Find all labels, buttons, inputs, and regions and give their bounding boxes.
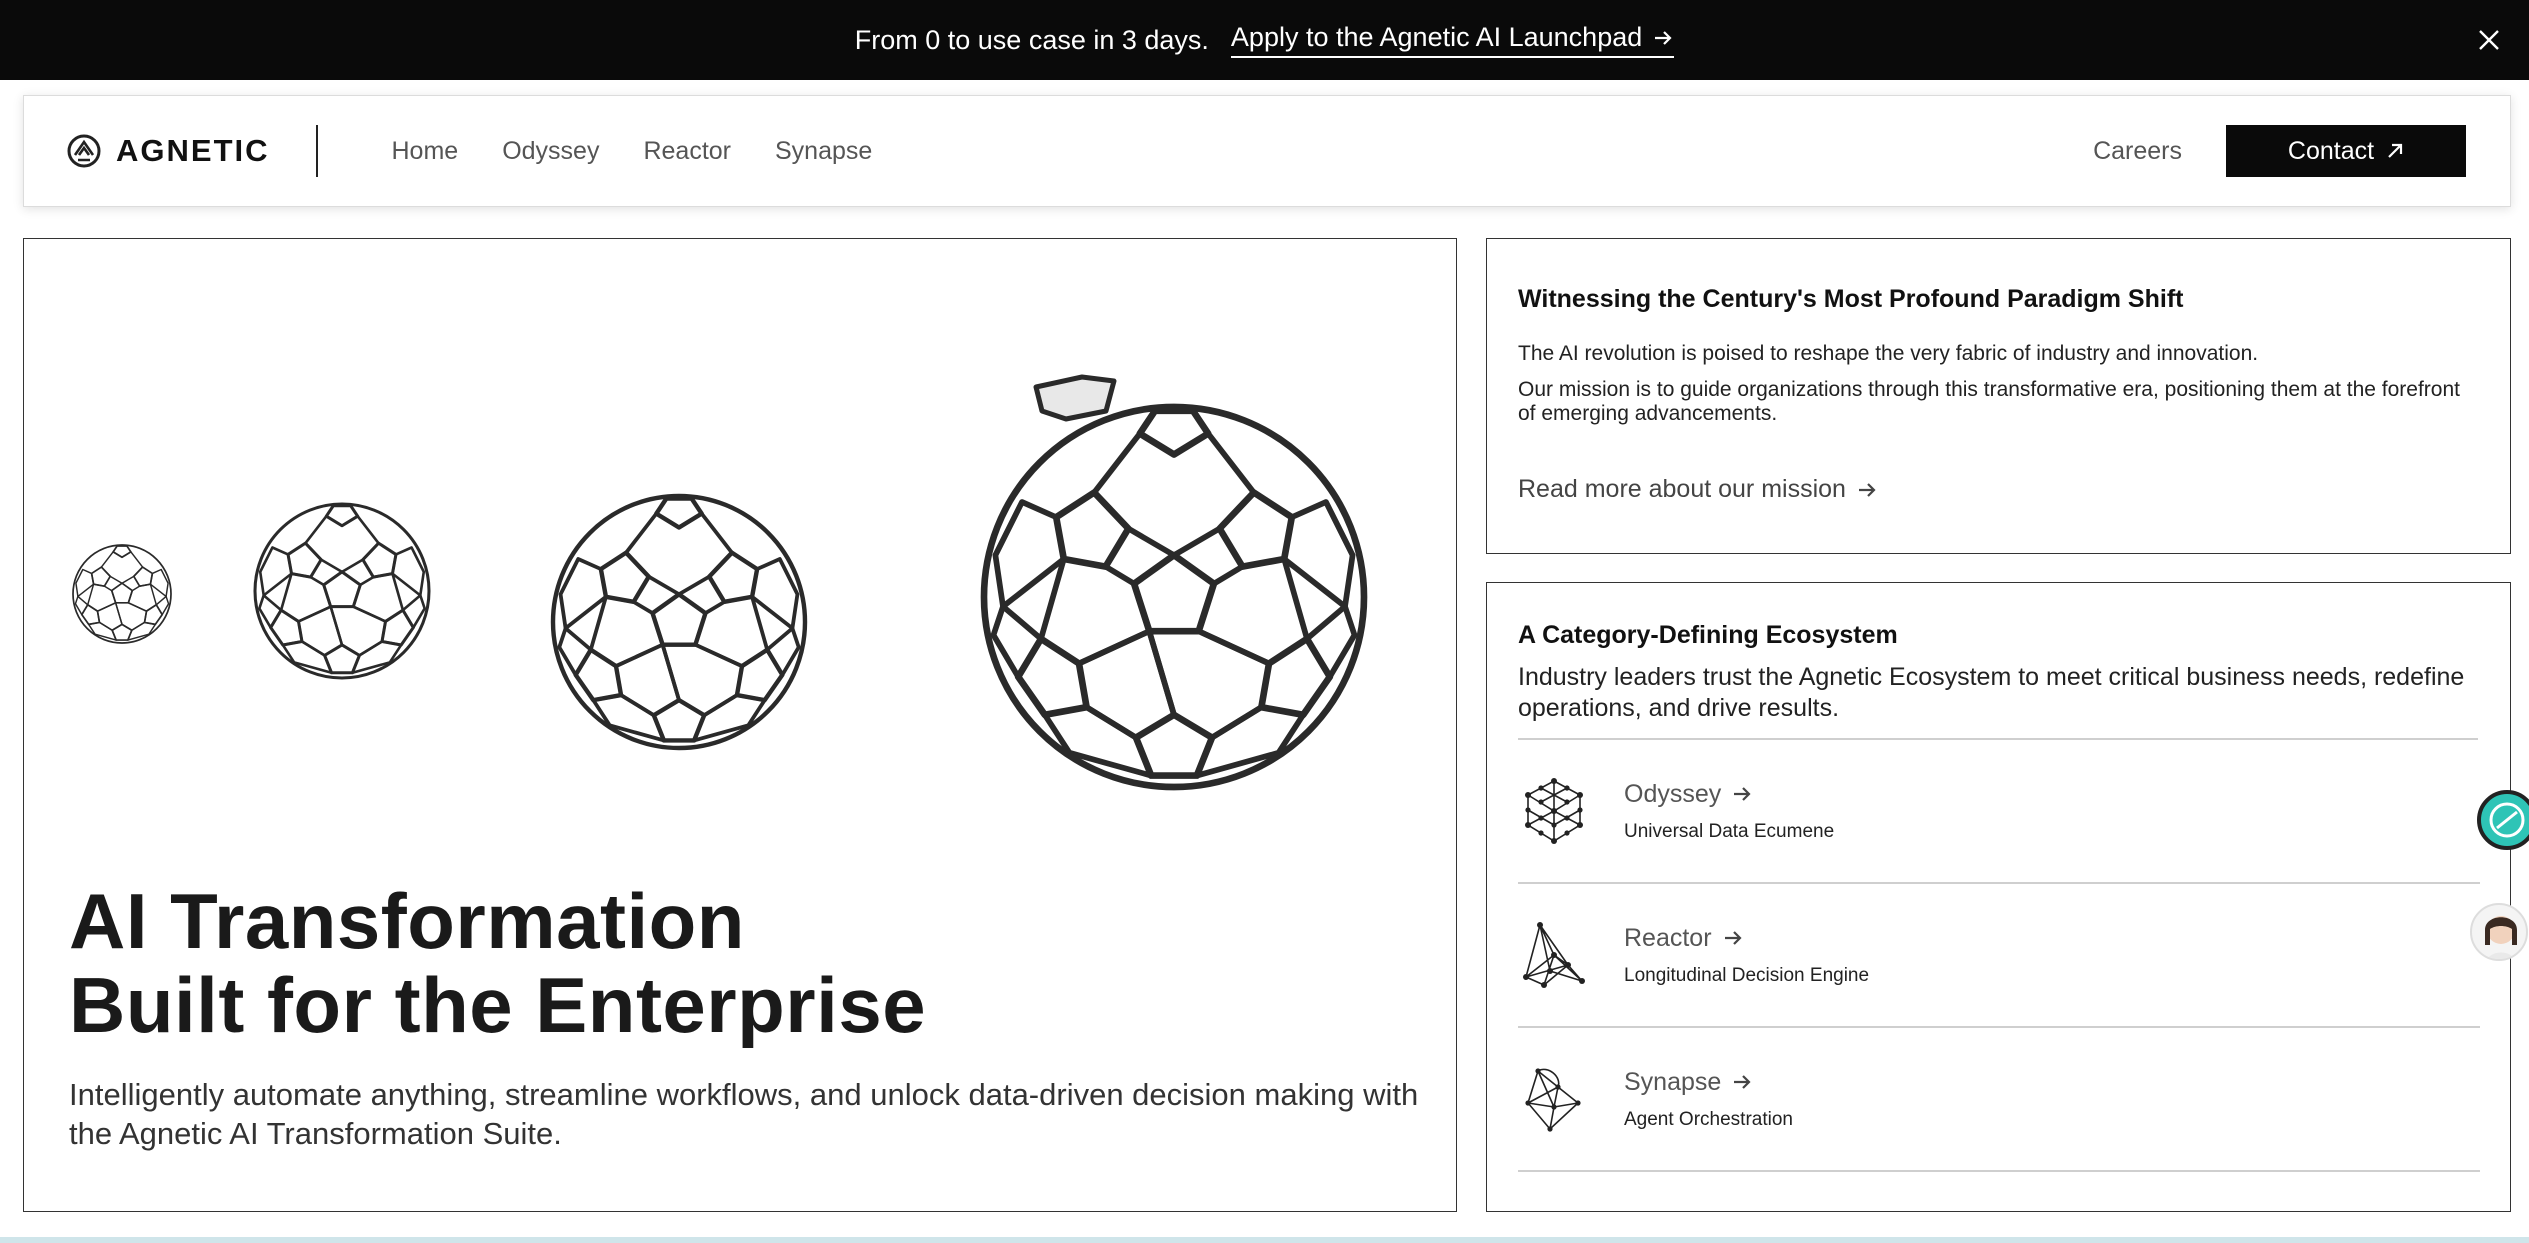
fullerene-fragment <box>1033 374 1117 422</box>
product-reactor[interactable]: Reactor Longitudinal Decision Engine <box>1518 884 2480 1028</box>
close-banner-button[interactable] <box>2467 18 2511 62</box>
arrow-right-icon <box>1734 787 1751 801</box>
reactor-network-icon <box>1523 922 1585 988</box>
mission-paragraph-1: The AI revolution is poised to reshape t… <box>1518 342 2259 365</box>
agnetic-logo-icon <box>67 134 101 168</box>
launchpad-link[interactable]: Apply to the Agnetic AI Launchpad <box>1230 22 1675 58</box>
product-odyssey-name: Odyssey <box>1624 780 1834 809</box>
main-navbar: AGNETIC Home Odyssey Reactor Synapse Car… <box>23 95 2511 207</box>
fullerene-illustration <box>24 239 1457 819</box>
mission-read-more-link[interactable]: Read more about our mission <box>1518 475 1878 504</box>
hero-title: AI Transformation Built for the Enterpri… <box>69 879 926 1047</box>
product-odyssey[interactable]: Odyssey Universal Data Ecumene <box>1518 740 2480 884</box>
mission-card: Witnessing the Century's Most Profound P… <box>1486 238 2511 554</box>
hero-title-line1: AI Transformation <box>69 877 745 965</box>
nav-divider <box>315 125 318 177</box>
avatar-icon <box>2485 916 2517 959</box>
product-odyssey-label: Odyssey <box>1624 779 1722 808</box>
arrow-right-icon <box>1858 482 1876 497</box>
arrow-right-icon <box>1655 30 1672 45</box>
synapse-polyhedron-icon <box>1525 1068 1581 1132</box>
announcement-text: From 0 to use case in 3 days. <box>854 24 1209 55</box>
nav-right: Careers Contact <box>2093 125 2466 177</box>
announcement-bar: From 0 to use case in 3 days. Apply to t… <box>0 0 2529 80</box>
product-odyssey-subtitle: Universal Data Ecumene <box>1624 820 1835 842</box>
nav-careers[interactable]: Careers <box>2093 137 2182 166</box>
nav-synapse[interactable]: Synapse <box>775 137 872 166</box>
fullerene-medium <box>553 496 805 748</box>
brand-logo[interactable]: AGNETIC <box>66 133 270 169</box>
mission-heading: Witnessing the Century's Most Profound P… <box>1518 285 2184 313</box>
mission-read-more-label: Read more about our mission <box>1518 475 1846 503</box>
product-synapse[interactable]: Synapse Agent Orchestration <box>1518 1028 2480 1172</box>
product-reactor-subtitle: Longitudinal Decision Engine <box>1624 964 1870 986</box>
assistant-avatar-button[interactable] <box>2470 903 2528 961</box>
fullerene-small <box>255 504 429 678</box>
bot-icon <box>2489 802 2525 838</box>
hero-subtitle: Intelligently automate anything, streaml… <box>69 1077 1419 1151</box>
hero-title-line2: Built for the Enterprise <box>69 961 927 1049</box>
arrow-up-right-icon <box>2388 143 2403 158</box>
product-synapse-label: Synapse <box>1624 1067 1722 1096</box>
close-icon <box>2479 30 2499 50</box>
bottom-edge <box>0 1237 2529 1243</box>
nav-reactor[interactable]: Reactor <box>643 137 731 166</box>
odyssey-cube-icon <box>1525 778 1583 844</box>
nav-links: Home Odyssey Reactor Synapse <box>392 137 873 166</box>
product-reactor-name: Reactor <box>1624 924 1869 953</box>
chat-widget-button[interactable] <box>2477 790 2529 850</box>
brand-name: AGNETIC <box>116 133 270 168</box>
contact-button-label: Contact <box>2287 136 2375 165</box>
nav-home[interactable]: Home <box>392 137 459 166</box>
ecosystem-card: A Category-Defining Ecosystem Industry l… <box>1486 582 2511 1212</box>
product-reactor-label: Reactor <box>1624 923 1712 952</box>
fullerene-large <box>984 407 1364 787</box>
contact-button[interactable]: Contact <box>2226 125 2466 177</box>
product-synapse-name: Synapse <box>1624 1068 1793 1097</box>
arrow-right-icon <box>1734 1075 1751 1089</box>
ecosystem-description: Industry leaders trust the Agnetic Ecosy… <box>1518 662 2478 740</box>
launchpad-link-label: Apply to the Agnetic AI Launchpad <box>1230 22 1643 52</box>
product-synapse-subtitle: Agent Orchestration <box>1624 1108 1793 1130</box>
nav-odyssey[interactable]: Odyssey <box>502 137 599 166</box>
ecosystem-heading: A Category-Defining Ecosystem <box>1518 621 1898 649</box>
arrow-right-icon <box>1724 931 1742 945</box>
fullerene-tiny <box>73 545 171 643</box>
mission-paragraph-2: Our mission is to guide organizations th… <box>1518 378 2460 425</box>
hero-panel: AI Transformation Built for the Enterpri… <box>23 238 1457 1212</box>
product-odyssey-text: Odyssey Universal Data Ecumene <box>1624 780 1834 843</box>
product-synapse-text: Synapse Agent Orchestration <box>1624 1068 1793 1131</box>
product-reactor-text: Reactor Longitudinal Decision Engine <box>1624 924 1869 987</box>
